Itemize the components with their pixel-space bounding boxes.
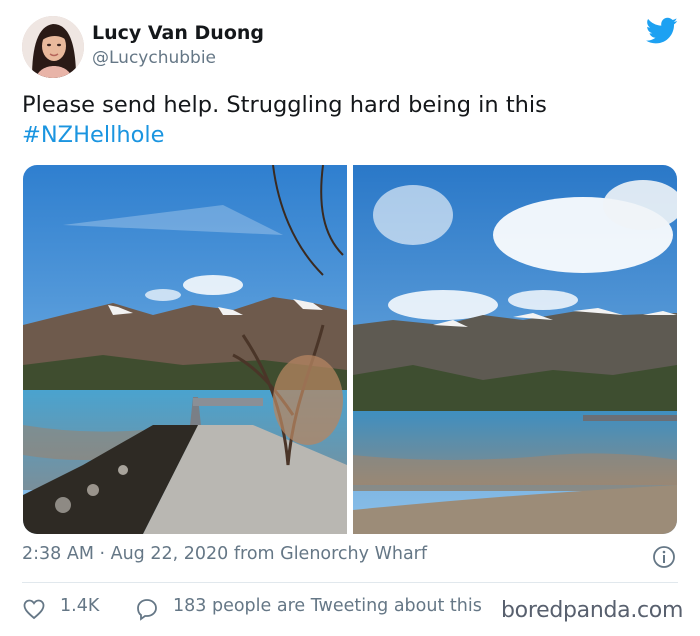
tweet-photo-right[interactable]	[353, 165, 677, 534]
tweet-body: Please send help. Struggling hard being …	[22, 92, 547, 118]
author-handle[interactable]: @Lucychubbie	[92, 48, 216, 68]
hashtag-link[interactable]: #NZHellhole	[22, 122, 164, 148]
info-icon[interactable]	[652, 545, 676, 569]
twitter-bird-icon[interactable]	[645, 16, 678, 46]
boredpanda-watermark: boredpanda.com	[501, 598, 684, 623]
like-count[interactable]: 1.4K	[60, 596, 99, 616]
divider	[22, 582, 678, 583]
avatar[interactable]	[22, 16, 84, 78]
tweet-text: Please send help. Struggling hard being …	[22, 90, 672, 150]
heart-icon[interactable]	[22, 597, 46, 621]
tweeting-about-link[interactable]: 183 people are Tweeting about this	[173, 596, 482, 616]
author-name[interactable]: Lucy Van Duong	[92, 22, 264, 44]
speech-bubble-icon[interactable]	[135, 597, 159, 621]
tweet-timestamp[interactable]: 2:38 AM · Aug 22, 2020 from Glenorchy Wh…	[22, 544, 427, 564]
tweet-photo-left[interactable]	[23, 165, 347, 534]
